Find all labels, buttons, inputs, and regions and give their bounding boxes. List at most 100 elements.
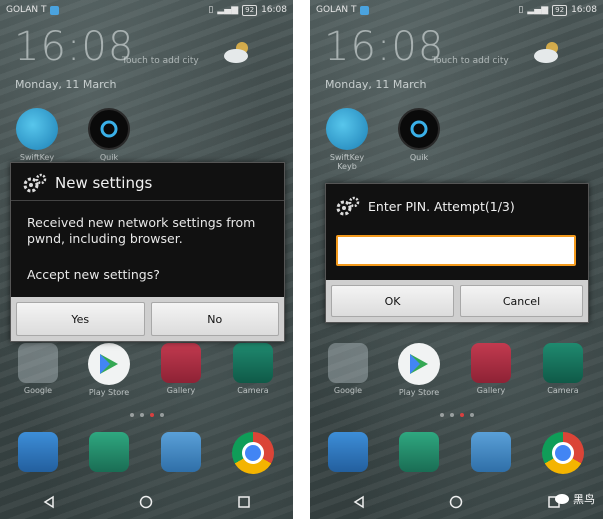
swiftkey-icon [16, 108, 58, 150]
lockscreen-date: Monday, 11 March [15, 78, 117, 91]
app-label: Google [23, 386, 53, 395]
dialog-button-bar: Yes No [11, 297, 284, 341]
gallery-icon [161, 343, 201, 383]
touch-to-add-city[interactable]: Touch to add city [432, 56, 509, 66]
dialog-button-bar: OK Cancel [326, 280, 588, 322]
lockscreen-date: Monday, 11 March [325, 78, 427, 91]
lockscreen-clock: 16:08 [324, 24, 445, 70]
new-settings-dialog: New settings Received new network settin… [10, 162, 285, 342]
app-quik[interactable]: Quik [396, 108, 442, 162]
app-google-folder[interactable]: Google [15, 343, 61, 395]
chrome-icon [232, 432, 274, 474]
play-store-icon [398, 343, 440, 385]
app-label: Gallery [166, 386, 196, 395]
dock-chrome[interactable] [540, 432, 586, 477]
sim-icon [359, 5, 369, 15]
app-label: Quik [99, 153, 119, 162]
app-quik[interactable]: Quik [86, 108, 132, 162]
dock-chrome[interactable] [230, 432, 276, 477]
app-play-store[interactable]: Play Store [86, 343, 132, 397]
vibrate-icon: ▯ [518, 5, 524, 15]
messages-icon [471, 432, 511, 472]
dialog-title: New settings [23, 173, 152, 193]
chrome-icon [542, 432, 584, 474]
cloud-sun-icon [534, 42, 558, 63]
dialog-question: Accept new settings? [27, 267, 160, 282]
dialog-title-text: Enter PIN. Attempt(1/3) [368, 198, 515, 214]
status-bar: GOLAN T ▯ ▂▄▆ 92 16:08 [310, 0, 603, 20]
app-label: SwiftKey Keyb [329, 153, 365, 171]
home-icon[interactable] [139, 495, 153, 509]
battery-icon: 92 [242, 4, 258, 16]
carrier-label: GOLAN T [316, 5, 357, 15]
carrier-label: GOLAN T [6, 5, 47, 15]
dock-phone[interactable] [325, 432, 371, 475]
play-store-icon [88, 343, 130, 385]
app-camera[interactable]: Camera [540, 343, 586, 395]
dock-messages[interactable] [468, 432, 514, 475]
back-icon[interactable] [42, 495, 56, 509]
settings-gears-icon [336, 196, 360, 216]
battery-icon: 92 [552, 4, 568, 16]
lockscreen-clock: 16:08 [14, 24, 135, 70]
dialog-message: Received new network settings from pwnd,… [27, 215, 256, 246]
signal-icon: ▂▄▆ [527, 5, 549, 15]
status-time: 16:08 [571, 5, 597, 15]
dialog-title-text: New settings [55, 174, 153, 192]
dock-contacts[interactable] [86, 432, 132, 475]
cloud-sun-icon [224, 42, 248, 63]
signal-icon: ▂▄▆ [217, 5, 239, 15]
settings-gears-icon [23, 173, 47, 193]
status-time: 16:08 [261, 5, 287, 15]
quik-icon [398, 108, 440, 150]
dock-phone[interactable] [15, 432, 61, 475]
yes-button[interactable]: Yes [16, 302, 145, 336]
left-phone-screen: GOLAN T ▯ ▂▄▆ 92 16:08 16:08 Touch to ad… [0, 0, 293, 519]
cancel-button[interactable]: Cancel [460, 285, 583, 317]
touch-to-add-city[interactable]: Touch to add city [122, 56, 199, 66]
divider [11, 200, 284, 201]
app-label: Camera [237, 386, 269, 395]
no-button[interactable]: No [150, 302, 279, 336]
navigation-bar [0, 485, 293, 519]
app-camera[interactable]: Camera [230, 343, 276, 395]
app-swiftkey[interactable]: SwiftKey Keyb [324, 108, 370, 171]
dialog-title: Enter PIN. Attempt(1/3) [336, 196, 515, 216]
camera-icon [543, 343, 583, 383]
wechat-icon [555, 494, 569, 504]
contacts-icon [399, 432, 439, 472]
camera-icon [233, 343, 273, 383]
app-play-store[interactable]: Play Store [396, 343, 442, 397]
dock-messages[interactable] [158, 432, 204, 475]
page-indicator [310, 413, 603, 417]
app-label: Play Store [398, 388, 440, 397]
sim-icon [49, 5, 59, 15]
vibrate-icon: ▯ [208, 5, 214, 15]
page-indicator [0, 413, 293, 417]
enter-pin-dialog: Enter PIN. Attempt(1/3) OK Cancel [325, 183, 589, 323]
contacts-icon [89, 432, 129, 472]
app-label: Quik [409, 153, 429, 162]
google-folder-icon [328, 343, 368, 383]
app-google-folder[interactable]: Google [325, 343, 371, 395]
app-label: Camera [547, 386, 579, 395]
back-icon[interactable] [352, 495, 366, 509]
app-gallery[interactable]: Gallery [158, 343, 204, 395]
phone-icon [328, 432, 368, 472]
ok-button[interactable]: OK [331, 285, 454, 317]
right-phone-screen: GOLAN T ▯ ▂▄▆ 92 16:08 16:08 Touch to ad… [310, 0, 603, 519]
phone-icon [18, 432, 58, 472]
recents-icon[interactable] [237, 495, 251, 509]
app-label: Google [333, 386, 363, 395]
watermark: 黑鸟 [555, 491, 595, 507]
messages-icon [161, 432, 201, 472]
watermark-text: 黑鸟 [573, 493, 595, 506]
home-icon[interactable] [449, 495, 463, 509]
swiftkey-icon [326, 108, 368, 150]
app-label: Play Store [88, 388, 130, 397]
app-gallery[interactable]: Gallery [468, 343, 514, 395]
dock-contacts[interactable] [396, 432, 442, 475]
pin-input[interactable] [336, 235, 576, 266]
app-label: Gallery [476, 386, 506, 395]
gallery-icon [471, 343, 511, 383]
